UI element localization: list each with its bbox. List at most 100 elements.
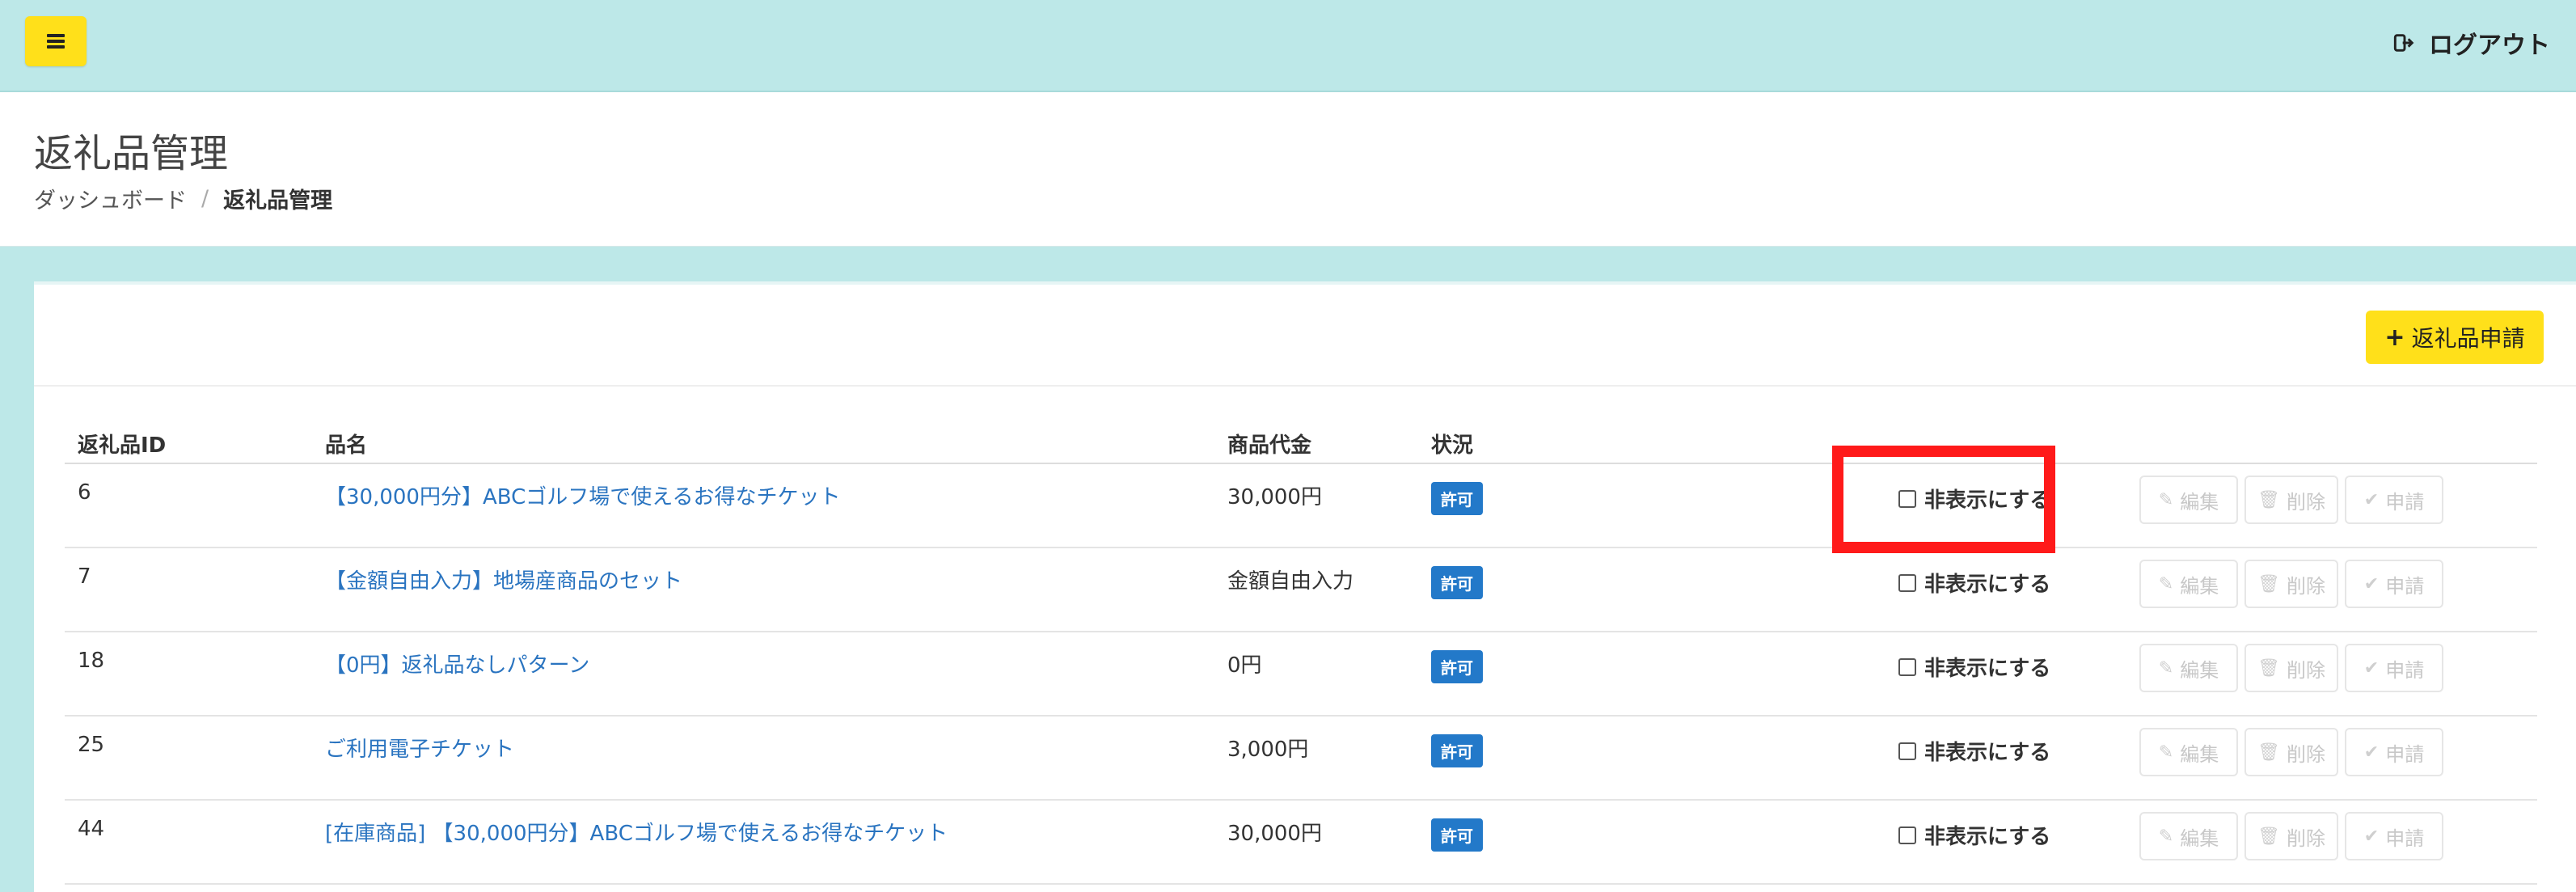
table-header: 返礼品ID 品名 商品代金 状況	[65, 414, 2537, 464]
edit-label: 編集	[2180, 826, 2219, 850]
submit-button[interactable]: ✔ 申請	[2345, 560, 2443, 608]
delete-button[interactable]: 🗑 削除	[2244, 728, 2338, 776]
table-row: 25 ご利用電子チケット 3,000円 許可 非表示にする ✎ 編集 🗑 削除 ✔ 申…	[65, 717, 2537, 801]
breadcrumb-dashboard[interactable]: ダッシュボード	[34, 183, 187, 214]
row-actions: ✎ 編集 🗑 削除 ✔ 申請	[2139, 728, 2443, 776]
row-actions: ✎ 編集 🗑 削除 ✔ 申請	[2139, 812, 2443, 860]
breadcrumb: ダッシュボード / 返礼品管理	[34, 183, 332, 214]
hide-checkbox-label[interactable]: 非表示にする	[1898, 820, 2050, 850]
apply-return-gift-button[interactable]: + 返礼品申請	[2366, 311, 2544, 364]
hide-checkbox[interactable]	[1898, 826, 1916, 844]
check-icon: ✔	[2363, 742, 2380, 763]
edit-button[interactable]: ✎ 編集	[2139, 644, 2238, 692]
breadcrumb-current: 返礼品管理	[223, 188, 333, 213]
edit-icon: ✎	[2158, 573, 2174, 594]
page-title: 返礼品管理	[34, 131, 229, 176]
edit-button[interactable]: ✎ 編集	[2139, 728, 2238, 776]
row-id: 6	[78, 480, 91, 505]
trash-icon: 🗑	[2257, 573, 2280, 594]
row-id: 25	[78, 733, 105, 757]
card-header: + 返礼品申請	[34, 285, 2576, 387]
row-name-link[interactable]: 【金額自由入力】地場産商品のセット	[325, 564, 682, 594]
top-bar: ログアウト	[0, 0, 2576, 93]
edit-button[interactable]: ✎ 編集	[2139, 476, 2238, 524]
row-price: 30,000円	[1227, 485, 1322, 509]
row-status: 許可	[1431, 733, 1483, 767]
sign-out-icon	[2393, 34, 2414, 52]
submit-button[interactable]: ✔ 申請	[2345, 728, 2443, 776]
hide-checkbox[interactable]	[1898, 657, 1916, 676]
edit-button[interactable]: ✎ 編集	[2139, 560, 2238, 608]
main-card: + 返礼品申請 返礼品ID 品名 商品代金 状況 6 【30,000円分】ABC…	[34, 281, 2576, 892]
table-row: 44 [在庫商品] 【30,000円分】ABCゴルフ場で使えるお得なチケット 3…	[65, 801, 2537, 885]
edit-icon: ✎	[2158, 657, 2174, 679]
row-status: 許可	[1431, 649, 1483, 683]
trash-icon: 🗑	[2257, 489, 2280, 510]
edit-label: 編集	[2180, 742, 2219, 766]
delete-button[interactable]: 🗑 削除	[2244, 560, 2338, 608]
column-header-name: 品名	[325, 433, 368, 458]
hide-checkbox-label[interactable]: 非表示にする	[1898, 652, 2050, 682]
delete-label: 削除	[2286, 658, 2325, 682]
hide-checkbox-label[interactable]: 非表示にする	[1898, 736, 2050, 766]
status-badge: 許可	[1431, 482, 1483, 515]
edit-icon: ✎	[2158, 489, 2174, 510]
trash-icon: 🗑	[2257, 826, 2280, 847]
status-badge: 許可	[1431, 734, 1483, 767]
row-status: 許可	[1431, 480, 1483, 515]
hide-checkbox[interactable]	[1898, 489, 1916, 508]
delete-button[interactable]: 🗑 削除	[2244, 476, 2338, 524]
row-id: 18	[78, 649, 105, 673]
hide-checkbox-label[interactable]: 非表示にする	[1898, 568, 2050, 598]
row-price: 3,000円	[1227, 738, 1309, 762]
submit-button[interactable]: ✔ 申請	[2345, 476, 2443, 524]
hide-checkbox[interactable]	[1898, 742, 1916, 760]
page-header: 返礼品管理 ダッシュボード / 返礼品管理	[0, 92, 2576, 247]
logout-label: ログアウト	[2429, 32, 2550, 60]
submit-label: 申請	[2385, 490, 2425, 514]
delete-label: 削除	[2286, 826, 2325, 850]
check-icon: ✔	[2363, 489, 2380, 510]
plus-icon: +	[2384, 323, 2405, 352]
row-actions: ✎ 編集 🗑 削除 ✔ 申請	[2139, 476, 2443, 524]
row-price: 30,000円	[1227, 822, 1322, 846]
row-actions: ✎ 編集 🗑 削除 ✔ 申請	[2139, 560, 2443, 608]
row-name-link[interactable]: ご利用電子チケット	[325, 733, 514, 763]
hide-checkbox-label[interactable]: 非表示にする	[1898, 484, 2050, 514]
row-id: 44	[78, 817, 105, 841]
trash-icon: 🗑	[2257, 657, 2280, 679]
status-badge: 許可	[1431, 818, 1483, 852]
delete-label: 削除	[2286, 574, 2325, 598]
delete-button[interactable]: 🗑 削除	[2244, 812, 2338, 860]
row-name-link[interactable]: 【30,000円分】ABCゴルフ場で使えるお得なチケット	[325, 480, 841, 510]
row-actions: ✎ 編集 🗑 削除 ✔ 申請	[2139, 644, 2443, 692]
submit-button[interactable]: ✔ 申請	[2345, 644, 2443, 692]
hide-label: 非表示にする	[1924, 573, 2051, 597]
submit-label: 申請	[2385, 742, 2425, 766]
delete-label: 削除	[2286, 742, 2325, 766]
row-name-link[interactable]: 【0円】返礼品なしパターン	[325, 649, 589, 679]
menu-toggle-button[interactable]	[25, 16, 87, 66]
hamburger-icon	[47, 34, 65, 49]
logout-link[interactable]: ログアウト	[2393, 24, 2550, 61]
check-icon: ✔	[2363, 657, 2380, 679]
delete-label: 削除	[2286, 490, 2325, 514]
edit-icon: ✎	[2158, 742, 2174, 763]
trash-icon: 🗑	[2257, 742, 2280, 763]
check-icon: ✔	[2363, 826, 2380, 847]
hide-checkbox[interactable]	[1898, 573, 1916, 592]
submit-label: 申請	[2385, 658, 2425, 682]
column-header-price: 商品代金	[1227, 433, 1312, 458]
table-row: 6 【30,000円分】ABCゴルフ場で使えるお得なチケット 30,000円 許…	[65, 464, 2537, 548]
edit-button[interactable]: ✎ 編集	[2139, 812, 2238, 860]
row-name-link[interactable]: [在庫商品] 【30,000円分】ABCゴルフ場で使えるお得なチケット	[325, 817, 948, 847]
row-price: 金額自由入力	[1227, 569, 1354, 594]
submit-button[interactable]: ✔ 申請	[2345, 812, 2443, 860]
edit-label: 編集	[2180, 574, 2219, 598]
table-row: 18 【0円】返礼品なしパターン 0円 許可 非表示にする ✎ 編集 🗑 削除 ✔ 申…	[65, 632, 2537, 717]
row-price: 0円	[1227, 653, 1262, 678]
hide-label: 非表示にする	[1924, 825, 2051, 849]
return-gift-table: 返礼品ID 品名 商品代金 状況 6 【30,000円分】ABCゴルフ場で使える…	[65, 414, 2537, 885]
delete-button[interactable]: 🗑 削除	[2244, 644, 2338, 692]
edit-label: 編集	[2180, 490, 2219, 514]
